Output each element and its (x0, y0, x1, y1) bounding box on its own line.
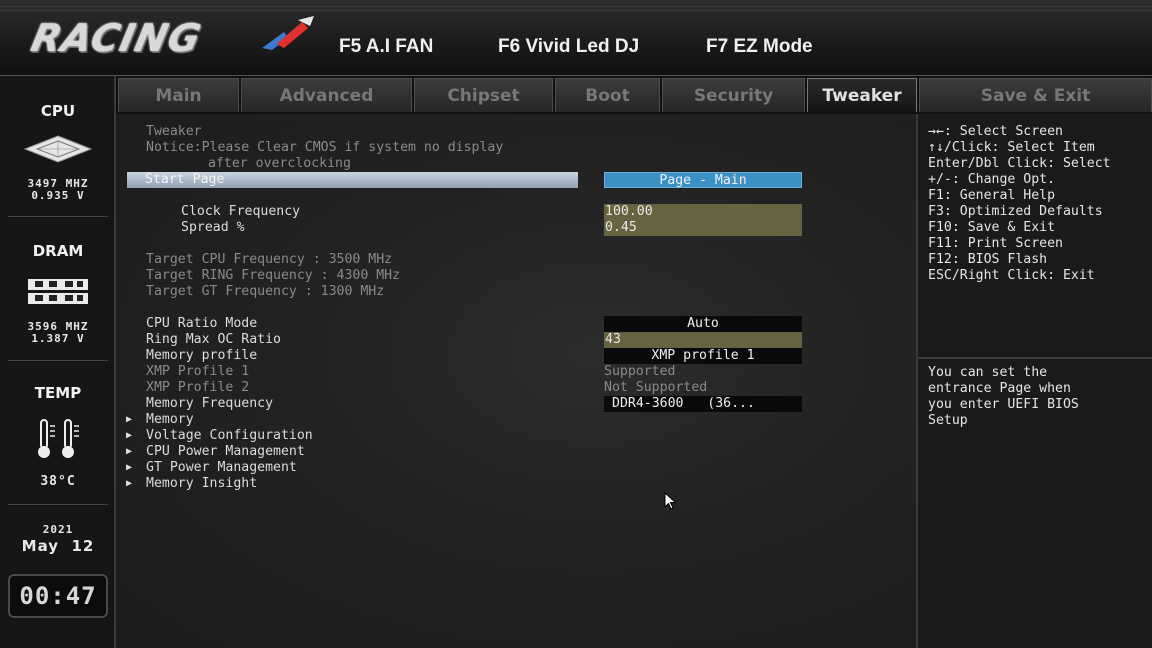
help-description-line: Setup (928, 413, 968, 428)
f6-vivid-led-dj-button[interactable]: F6 Vivid Led DJ (498, 36, 639, 58)
submenu-arrow-icon: ▶ (126, 462, 133, 473)
submenu-arrow-icon: ▶ (126, 478, 133, 489)
settings-panel: Tweaker Notice:Please Clear CMOS if syst… (116, 114, 918, 648)
help-key-line: ↑↓/Click: Select Item (928, 140, 1095, 155)
ring-max-oc-ratio-input[interactable]: 43 (604, 332, 802, 348)
sidebar-divider (8, 216, 108, 217)
memory-profile-label: Memory profile (146, 348, 258, 363)
xmp-profile-2-label: XMP Profile 2 (146, 380, 250, 395)
tab-tweaker[interactable]: Tweaker (807, 78, 917, 112)
f5-ai-fan-button[interactable]: F5 A.I FAN (339, 36, 433, 58)
tab-security[interactable]: Security (662, 78, 805, 112)
header-stripe (0, 10, 1152, 11)
submenu-arrow-icon: ▶ (126, 446, 133, 457)
tab-save-exit[interactable]: Save & Exit (919, 78, 1152, 112)
dram-voltage: 1.387 V (31, 332, 85, 345)
spread-input[interactable]: 0.45 (604, 220, 802, 236)
mouse-cursor-icon (664, 492, 677, 510)
submenu-memory-insight[interactable]: Memory Insight (146, 476, 257, 492)
submenu-cpu-power-management[interactable]: CPU Power Management (146, 444, 305, 460)
memory-profile-select[interactable]: XMP profile 1 (604, 348, 802, 364)
help-key-line: ESC/Right Click: Exit (928, 268, 1095, 283)
sidebar-divider (8, 360, 108, 361)
cpu-title: CPU (40, 102, 76, 120)
xmp-profile-2-value: Not Supported (604, 380, 708, 395)
submenu-voltage-configuration[interactable]: Voltage Configuration (146, 428, 313, 444)
cpu-voltage: 0.935 V (31, 189, 85, 202)
help-key-line: F3: Optimized Defaults (928, 204, 1103, 219)
tab-chipset[interactable]: Chipset (414, 78, 553, 112)
memory-frequency-select[interactable]: DDR4-3600 (36... (604, 396, 802, 412)
submenu-gt-power-management[interactable]: GT Power Management (146, 460, 297, 476)
start-page-row[interactable]: Start Page (127, 172, 578, 188)
start-page-value[interactable]: Page - Main (604, 172, 802, 188)
target-cpu-frequency: Target CPU Frequency : 3500 MHz (146, 252, 393, 267)
help-key-line: F12: BIOS Flash (928, 252, 1048, 267)
notice-text-continued: after overclocking (208, 156, 351, 171)
help-key-line: F11: Print Screen (928, 236, 1063, 251)
target-gt-frequency: Target GT Frequency : 1300 MHz (146, 284, 385, 299)
notice-text: Notice:Please Clear CMOS if system no di… (146, 140, 504, 155)
submenu-arrow-icon: ▶ (126, 430, 133, 441)
submenu-memory[interactable]: Memory (146, 412, 194, 428)
system-clock: 00:47 (8, 574, 108, 618)
help-key-line: F1: General Help (928, 188, 1056, 203)
racing-logo-mark-icon (262, 16, 314, 50)
clock-frequency-label: Clock Frequency (181, 204, 301, 219)
dram-module-icon (0, 278, 116, 306)
help-divider (918, 357, 1152, 359)
cpu-ratio-mode-label: CPU Ratio Mode (146, 316, 258, 331)
help-key-line: F10: Save & Exit (928, 220, 1056, 235)
bios-header: RACING F5 A.I FAN F6 Vivid Led DJ F7 EZ … (0, 0, 1152, 76)
date-month-day: May 12 (21, 537, 95, 555)
f7-ez-mode-button[interactable]: F7 EZ Mode (706, 36, 813, 58)
dram-title: DRAM (32, 242, 84, 260)
memory-frequency-label: Memory Frequency (146, 396, 274, 411)
xmp-profile-1-label: XMP Profile 1 (146, 364, 250, 379)
clock-frequency-input[interactable]: 100.00 (604, 204, 802, 220)
temperature-value: 38°C (40, 474, 76, 489)
help-key-line: Enter/Dbl Click: Select (928, 156, 1111, 171)
help-description-line: you enter UEFI BIOS (928, 397, 1079, 412)
tab-main[interactable]: Main (118, 78, 239, 112)
target-ring-frequency: Target RING Frequency : 4300 MHz (146, 268, 401, 283)
help-panel: →←: Select Screen ↑↓/Click: Select Item … (918, 114, 1152, 648)
help-key-line: +/-: Change Opt. (928, 172, 1056, 187)
ring-max-oc-ratio-label: Ring Max OC Ratio (146, 332, 281, 347)
help-description-line: You can set the (928, 365, 1048, 380)
sidebar-divider (8, 504, 108, 505)
tab-bar: Main Advanced Chipset Boot Security Twea… (116, 76, 1152, 114)
header-stripe (0, 6, 1152, 7)
submenu-arrow-icon: ▶ (126, 414, 133, 425)
date-year: 2021 (42, 523, 74, 536)
thermometer-icon (0, 418, 116, 460)
section-title: Tweaker (146, 124, 202, 139)
help-description-line: entrance Page when (928, 381, 1071, 396)
spread-label: Spread % (181, 220, 245, 235)
status-sidebar: CPU 3497 MHZ 0.935 V DRAM 3596 MHZ 1.387… (0, 76, 116, 648)
start-page-label: Start Page (145, 172, 225, 187)
cpu-chip-icon (0, 134, 116, 164)
temp-title: TEMP (34, 384, 82, 402)
help-key-line: →←: Select Screen (928, 124, 1063, 139)
racing-logo: RACING (27, 16, 206, 60)
tab-advanced[interactable]: Advanced (241, 78, 412, 112)
tab-boot[interactable]: Boot (555, 78, 660, 112)
xmp-profile-1-value: Supported (604, 364, 676, 379)
cpu-ratio-mode-select[interactable]: Auto (604, 316, 802, 332)
